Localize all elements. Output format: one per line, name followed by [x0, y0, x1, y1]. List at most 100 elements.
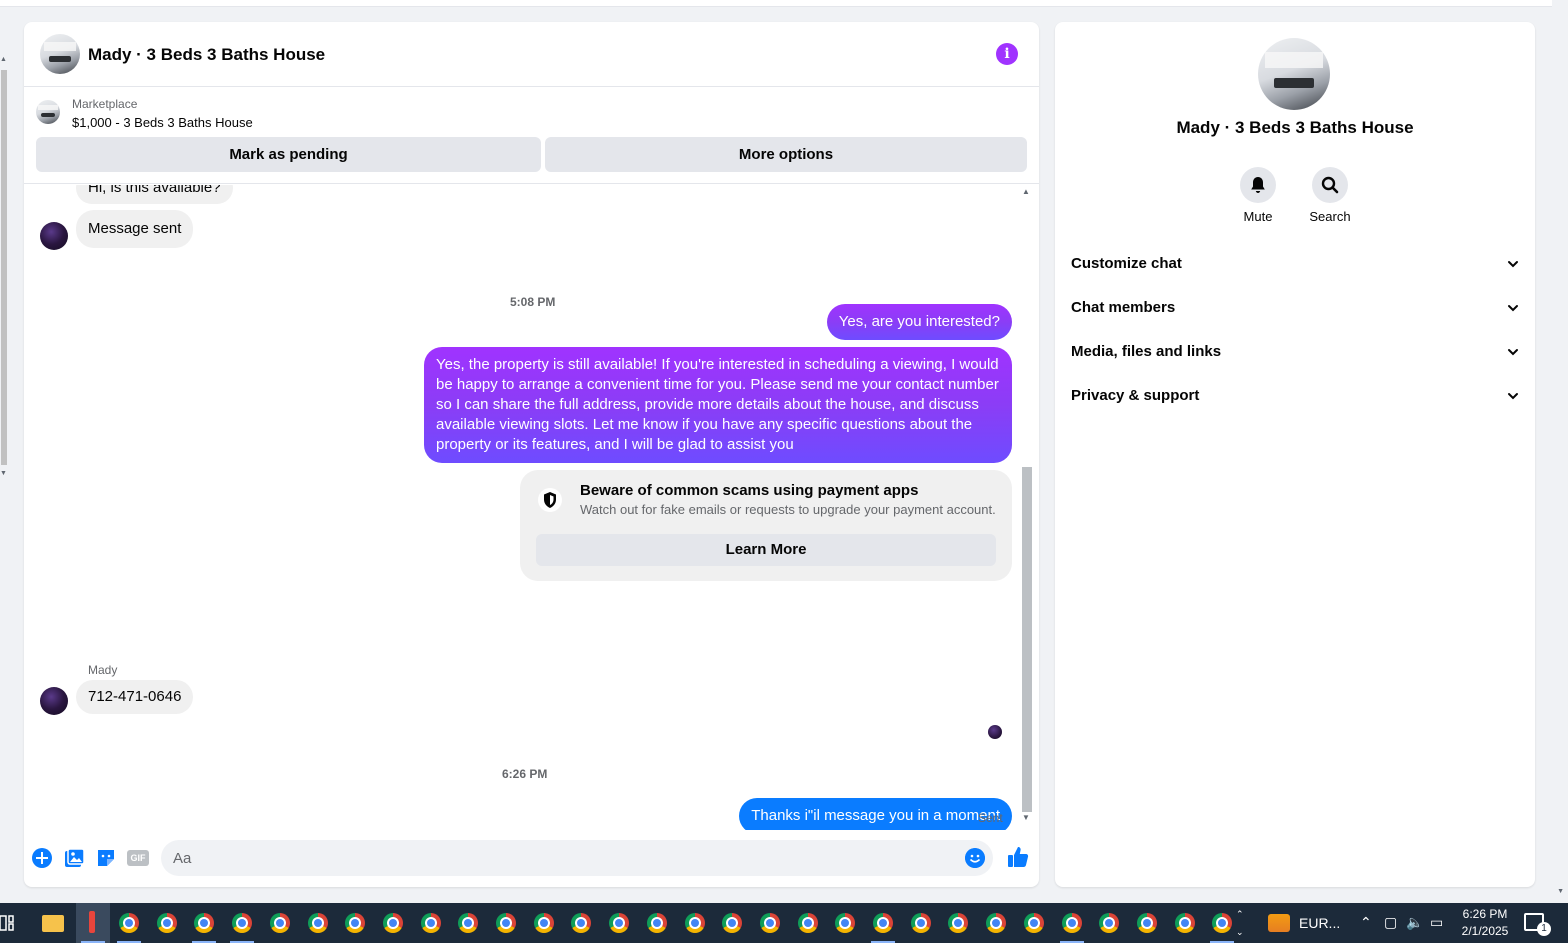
section-chat-members[interactable]: Chat members	[1071, 288, 1519, 328]
volume-icon[interactable]: 🔈	[1406, 914, 1423, 931]
timestamp: 6:26 PM	[502, 767, 548, 781]
chrome-taskbar-icon[interactable]	[948, 913, 969, 933]
chat-header: Mady · 3 Beds 3 Baths House i	[24, 22, 1039, 87]
search-action[interactable]: Search	[1300, 167, 1360, 224]
taskbar-active-app[interactable]	[76, 903, 110, 943]
add-icon[interactable]	[31, 847, 53, 869]
listing-avatar[interactable]	[40, 34, 80, 74]
chrome-taskbar-icon[interactable]	[873, 913, 893, 933]
file-explorer-icon[interactable]	[42, 915, 64, 932]
contact-avatar[interactable]	[40, 687, 68, 715]
seen-indicator-avatar	[988, 725, 1002, 739]
scam-warning-title: Beware of common scams using payment app…	[580, 482, 919, 499]
chrome-taskbar-icon[interactable]	[533, 913, 554, 933]
message-incoming[interactable]: 712-471-0646	[76, 680, 194, 714]
page-scroll-down-arrow[interactable]: ▼	[1557, 888, 1564, 895]
chrome-taskbar-icon[interactable]	[156, 913, 177, 933]
chrome-taskbar-icon[interactable]	[496, 913, 516, 933]
message-list: Hi, is this available? Message sent 5:08…	[24, 185, 1029, 830]
chrome-taskbar-icon[interactable]	[910, 913, 931, 933]
composer-bar: GIF	[24, 830, 1039, 887]
scroll-down-arrow[interactable]: ▼	[1022, 813, 1030, 822]
info-icon[interactable]: i	[996, 43, 1018, 65]
chrome-taskbar-icon[interactable]	[232, 913, 253, 933]
chrome-taskbar-icon[interactable]	[571, 913, 592, 933]
chat-info-panel: Mady · 3 Beds 3 Baths House Mute Search …	[1055, 22, 1535, 887]
chat-title[interactable]: Mady · 3 Beds 3 Baths House	[88, 45, 325, 65]
chrome-taskbar-icon[interactable]	[797, 913, 818, 933]
message-incoming[interactable]: Message sent	[76, 210, 194, 248]
page-scrollbar[interactable]: ▲ ▼	[0, 50, 8, 480]
gif-icon[interactable]: GIF	[127, 850, 149, 866]
chrome-taskbar-icon[interactable]	[269, 913, 290, 933]
network-icon[interactable]: ▭	[1430, 914, 1443, 931]
like-icon[interactable]	[1006, 845, 1030, 869]
chrome-taskbar-icon[interactable]	[1212, 913, 1233, 933]
chrome-taskbar-icon[interactable]	[420, 913, 441, 933]
message-outgoing[interactable]: Thanks i"il message you in a moment	[739, 798, 1012, 830]
show-hidden-icons-icon[interactable]: ⌃	[1360, 914, 1372, 931]
task-view-icon[interactable]	[0, 915, 14, 931]
chrome-taskbar-icon[interactable]	[119, 913, 139, 933]
chrome-taskbar-icon[interactable]	[759, 913, 780, 933]
search-label: Search	[1309, 209, 1351, 224]
chrome-taskbar-icon[interactable]	[646, 913, 667, 933]
sticker-icon[interactable]	[95, 847, 117, 869]
chevron-down-icon	[1508, 261, 1518, 268]
chrome-taskbar-icon[interactable]	[194, 913, 215, 933]
marketplace-banner: Marketplace $1,000 - 3 Beds 3 Baths Hous…	[24, 88, 1039, 184]
timestamp: 5:08 PM	[510, 295, 556, 309]
contact-avatar[interactable]	[40, 222, 68, 250]
chrome-taskbar-icon[interactable]	[1174, 913, 1195, 933]
chrome-taskbar-icon[interactable]	[458, 913, 479, 933]
section-label: Media, files and links	[1071, 343, 1222, 360]
currency-widget-label[interactable]: EUR...	[1299, 915, 1340, 931]
mark-as-pending-button[interactable]: Mark as pending	[36, 137, 541, 172]
chrome-taskbar-icon[interactable]	[345, 913, 366, 933]
chrome-taskbar-icon[interactable]	[382, 913, 403, 933]
taskbar-scroll-arrows[interactable]: ⌃ ⌄	[1236, 905, 1244, 941]
section-label: Customize chat	[1071, 255, 1182, 272]
chrome-taskbar-icon[interactable]	[1023, 913, 1044, 933]
scrollbar-thumb[interactable]	[1, 70, 7, 465]
listing-price-title[interactable]: $1,000 - 3 Beds 3 Baths House	[72, 115, 253, 130]
message-scrollbar[interactable]: ▲ ▼	[1020, 185, 1032, 827]
meet-now-icon[interactable]: ▢	[1384, 914, 1397, 931]
message-input-container[interactable]	[161, 840, 993, 876]
emoji-icon[interactable]	[965, 848, 985, 868]
scrollbar-thumb[interactable]	[1022, 467, 1032, 812]
clock[interactable]: 6:26 PM 2/1/2025	[1450, 906, 1520, 940]
bell-icon	[1251, 177, 1265, 193]
mute-button[interactable]	[1240, 167, 1276, 203]
chrome-taskbar-icon[interactable]	[835, 913, 856, 933]
message-input[interactable]	[173, 840, 953, 876]
more-options-button[interactable]: More options	[545, 137, 1027, 172]
scam-warning-text: Watch out for fake emails or requests to…	[580, 502, 996, 517]
chrome-taskbar-icon[interactable]	[684, 913, 705, 933]
chrome-taskbar-icon[interactable]	[1136, 913, 1157, 933]
chrome-taskbar-icon[interactable]	[1061, 913, 1082, 933]
listing-avatar-large[interactable]	[1258, 38, 1330, 110]
learn-more-button[interactable]: Learn More	[536, 534, 996, 566]
chrome-taskbar-icon[interactable]	[307, 913, 328, 933]
message-outgoing[interactable]: Yes, the property is still available! If…	[424, 347, 1012, 463]
chrome-taskbar-icon[interactable]	[609, 913, 630, 933]
chrome-taskbar-icon[interactable]	[722, 913, 743, 933]
section-media-files-links[interactable]: Media, files and links	[1071, 332, 1519, 372]
listing-thumbnail[interactable]	[36, 100, 60, 124]
chrome-taskbar-icon[interactable]	[986, 913, 1007, 933]
message-incoming[interactable]: Hi, is this available?	[76, 185, 233, 204]
section-label: Privacy & support	[1071, 387, 1200, 404]
scroll-up-arrow[interactable]: ▲	[0, 56, 7, 63]
chrome-taskbar-icon[interactable]	[1099, 913, 1120, 933]
photo-icon[interactable]	[63, 847, 85, 869]
scroll-up-arrow[interactable]: ▲	[1022, 187, 1030, 196]
message-status: Sent	[978, 811, 1003, 825]
mute-action[interactable]: Mute	[1228, 167, 1288, 224]
message-outgoing[interactable]: Yes, are you interested?	[826, 304, 1012, 340]
scroll-down-arrow[interactable]: ▼	[0, 470, 7, 477]
section-privacy-support[interactable]: Privacy & support	[1071, 376, 1519, 416]
currency-widget-icon[interactable]	[1268, 914, 1290, 932]
search-button[interactable]	[1312, 167, 1348, 203]
section-customize-chat[interactable]: Customize chat	[1071, 244, 1519, 284]
